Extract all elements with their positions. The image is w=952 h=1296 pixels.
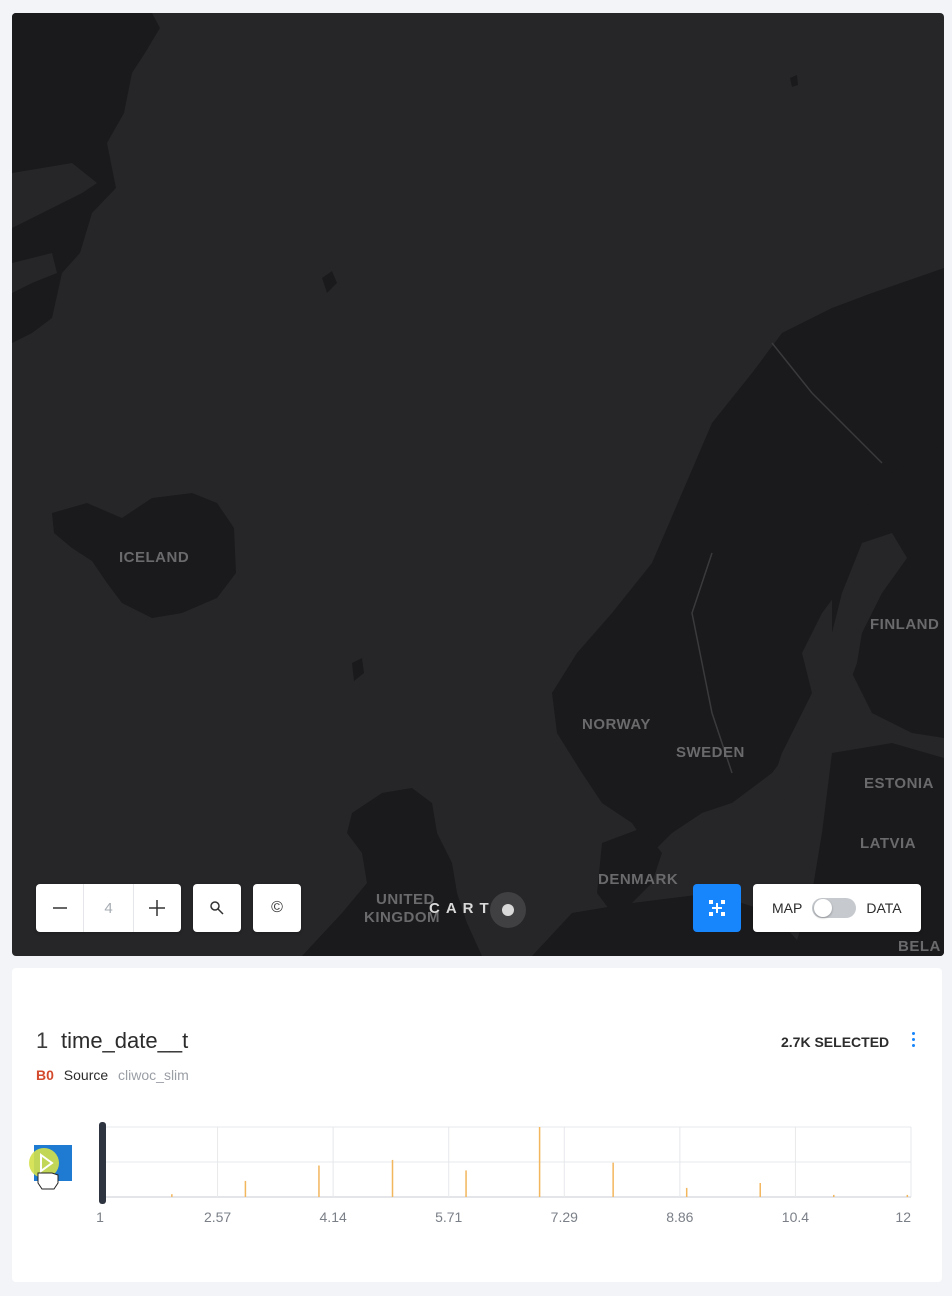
histogram-bar[interactable] bbox=[759, 1183, 761, 1197]
range-handle[interactable] bbox=[99, 1122, 106, 1204]
histogram-bar[interactable] bbox=[538, 1127, 541, 1197]
x-tick-label: 2.57 bbox=[204, 1209, 231, 1225]
histogram-bar[interactable] bbox=[244, 1180, 247, 1197]
histogram-bar[interactable] bbox=[685, 1187, 688, 1197]
histogram-bar[interactable] bbox=[833, 1194, 835, 1197]
x-tick-label: 5.71 bbox=[435, 1209, 462, 1225]
histogram-chart[interactable]: 1 2.57 4.14 5.71 7.29 8.86 10.4 12 bbox=[0, 0, 952, 1296]
histogram-bar[interactable] bbox=[391, 1159, 394, 1197]
histogram-bar[interactable] bbox=[612, 1162, 614, 1197]
histogram-bar[interactable] bbox=[465, 1170, 467, 1197]
histogram-bar[interactable] bbox=[906, 1194, 909, 1197]
histogram-bar[interactable] bbox=[171, 1194, 173, 1197]
x-tick-label: 10.4 bbox=[782, 1209, 809, 1225]
x-tick-label: 8.86 bbox=[666, 1209, 693, 1225]
x-tick-label: 7.29 bbox=[551, 1209, 578, 1225]
histogram-bar[interactable] bbox=[318, 1165, 320, 1198]
x-tick-label: 1 bbox=[96, 1209, 104, 1225]
x-tick-label: 4.14 bbox=[320, 1209, 347, 1225]
x-tick-label: 12 bbox=[895, 1209, 911, 1225]
